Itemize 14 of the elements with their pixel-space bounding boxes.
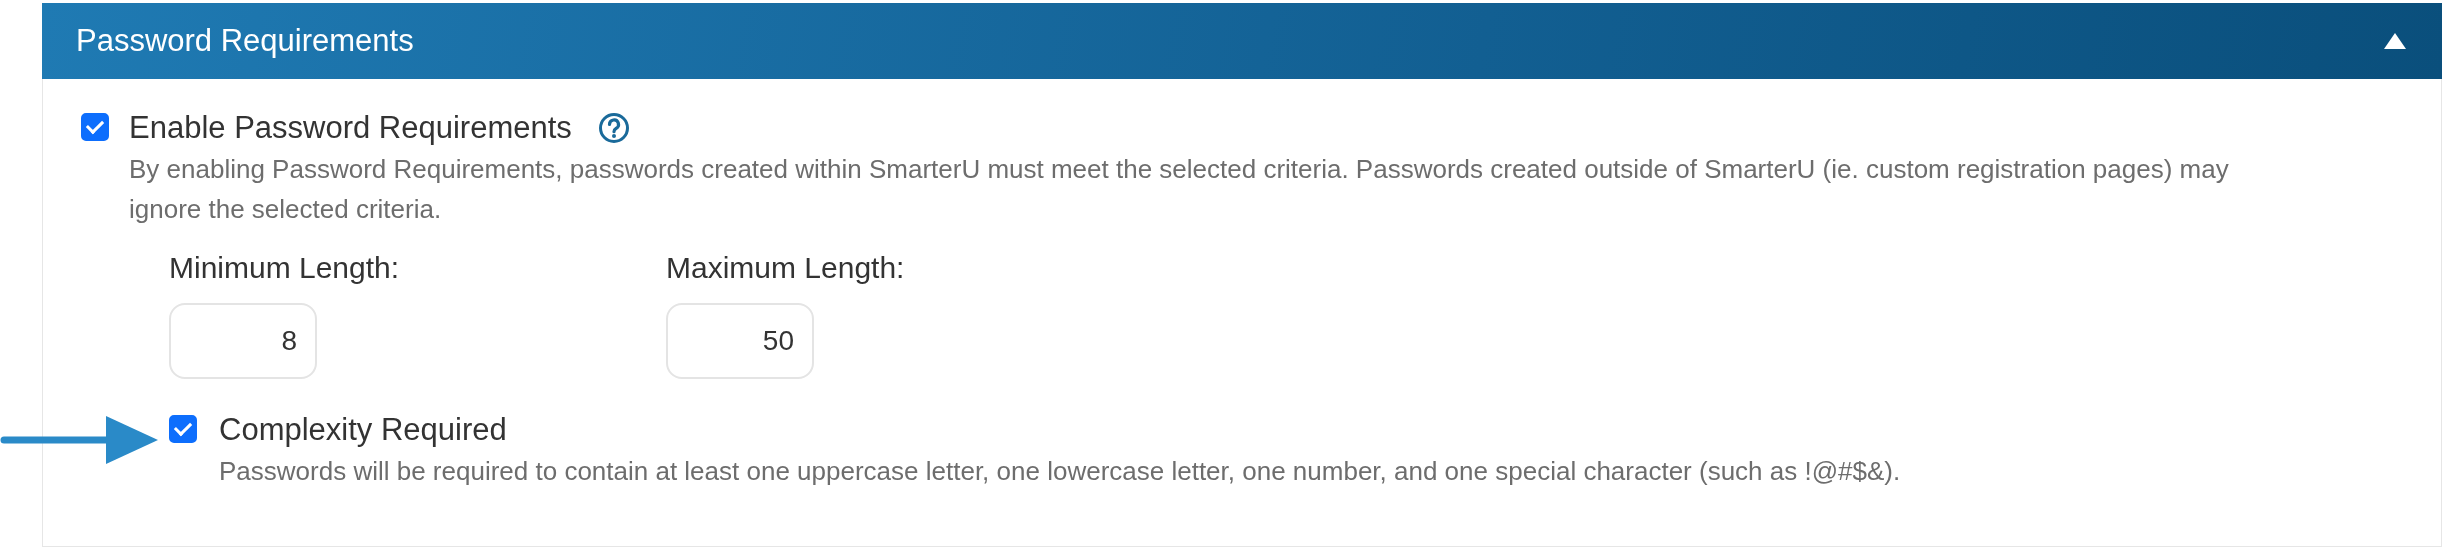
checkbox[interactable]	[81, 113, 109, 141]
number-field[interactable]: 50	[666, 303, 814, 379]
number-field[interactable]: 8	[169, 303, 317, 379]
field-label: Minimum Length:	[169, 251, 400, 285]
field-label: Maximum Length:	[666, 251, 905, 285]
description-text: Passwords will be required to contain at least one uppercase letter, one lowercase letter, one number, and one special character (such as !@#$&).	[219, 455, 1901, 488]
checkbox-label: Complexity Required	[219, 411, 507, 449]
checkbox[interactable]	[169, 415, 197, 443]
collapse-icon[interactable]	[2384, 33, 2406, 49]
help-icon[interactable]	[597, 112, 630, 144]
checkbox-label: Enable Password Requirements	[129, 109, 572, 147]
panel-title: Password Requirements	[76, 23, 414, 59]
description-text: By enabling Password Requirements, passwords created within SmarterU must meet the selected criteria. Passwords created outside of SmarterU (ie. custom registration pages) may ignore the selected criteria.	[129, 153, 2230, 226]
panel-header[interactable]: Password Requirements	[42, 3, 2442, 79]
